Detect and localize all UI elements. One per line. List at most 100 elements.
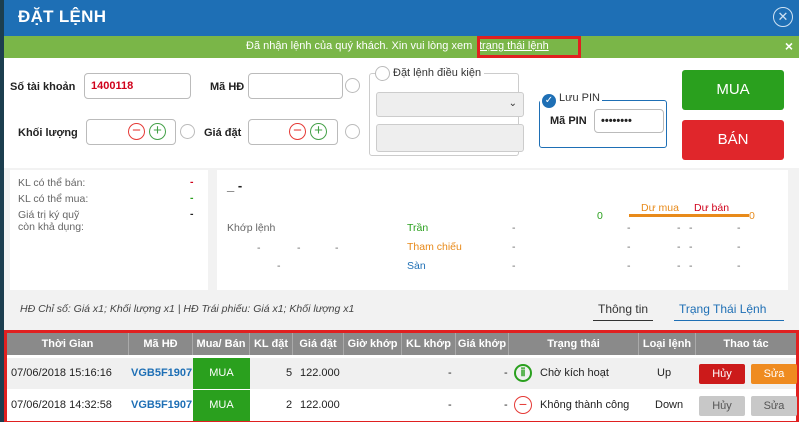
col-side: Mua/ Bán (193, 333, 250, 355)
ask-label: Dư bán (694, 202, 730, 214)
dash: - (677, 260, 681, 272)
cell-match-price: - (504, 399, 508, 411)
contract-input[interactable] (248, 73, 343, 99)
cell-qty: 5 (286, 367, 293, 379)
dash: - (627, 241, 631, 253)
reference-label: Tham chiếu (407, 241, 462, 253)
edit-button[interactable]: Sửa (751, 364, 797, 384)
tab-order-status[interactable]: Trạng Thái Lệnh (679, 302, 766, 316)
dash: - (627, 260, 631, 272)
order-form: Số tài khoản 1400118 Mã HĐ Khối lượng − … (4, 58, 799, 168)
dash: - (677, 222, 681, 234)
chevron-down-icon: ⌄ (508, 98, 517, 109)
dash: - (737, 260, 741, 272)
info-label: Giá trị ký quỹ (18, 209, 80, 221)
dash: - (277, 260, 281, 272)
zero-left: 0 (597, 210, 603, 222)
cell-code[interactable]: VGB5F1907 (131, 358, 192, 389)
save-pin-checkbox[interactable]: ✓ Lưu PIN (540, 92, 602, 108)
table-header: Thời Gian Mã HĐ Mua/ Bán KL đặt Giá đặt … (7, 333, 796, 355)
order-dialog: ĐẶT LỆNH ✕ Đã nhận lệnh của quý khách. X… (4, 0, 799, 422)
condition-group: Đặt lệnh điều kiện ⌄ (369, 67, 524, 156)
zero-right: 0 (749, 210, 755, 222)
quantity-minus-icon[interactable]: − (128, 123, 145, 140)
check-icon: ✓ (542, 94, 556, 108)
contract-label: Mã HĐ (210, 81, 245, 93)
notice-text: Đã nhận lệnh của quý khách. Xin vui lòng… (246, 40, 473, 52)
pin-label: Mã PIN (550, 115, 587, 127)
condition-radio[interactable] (375, 66, 390, 81)
matched-label: Khớp lệnh (227, 222, 276, 234)
cancel-button[interactable]: Hủy (699, 364, 745, 384)
dialog-title: ĐẶT LỆNH (18, 7, 107, 26)
table-row: 07/06/2018 15:16:16 VGB5F1907 MUA 5 122.… (7, 358, 797, 389)
account-input[interactable]: 1400118 (84, 73, 191, 99)
cancel-button[interactable]: Hủy (699, 396, 745, 416)
cell-status: Không thành công (540, 399, 630, 411)
cell-side: MUA (193, 358, 250, 389)
dash: - (512, 260, 516, 272)
condition-input[interactable] (376, 124, 524, 152)
save-pin-label: Lưu PIN (559, 92, 600, 104)
depth-bar (629, 214, 749, 217)
dash: - (689, 241, 693, 253)
close-icon[interactable]: ✕ (773, 7, 793, 27)
symbol-text: _ - (227, 178, 243, 193)
col-code: Mã HĐ (129, 333, 193, 355)
price-minus-icon[interactable]: − (289, 123, 306, 140)
cell-match-qty: - (448, 399, 452, 411)
minus-circle-icon: − (514, 396, 532, 414)
cell-status: Chờ kích hoạt (540, 367, 609, 379)
info-label: KL có thể mua: (18, 193, 89, 205)
dash: - (737, 222, 741, 234)
edit-button[interactable]: Sửa (751, 396, 797, 416)
cell-time: 07/06/2018 15:16:16 (11, 367, 112, 379)
order-table: Thời Gian Mã HĐ Mua/ Bán KL đặt Giá đặt … (4, 330, 799, 422)
contract-radio[interactable] (345, 78, 360, 93)
dash: - (689, 222, 693, 234)
tab-info[interactable]: Thông tin (598, 302, 648, 316)
cell-match-qty: - (448, 367, 452, 379)
quantity-plus-icon[interactable]: + (149, 123, 166, 140)
col-price: Giá đặt (293, 333, 344, 355)
cell-price: 122.000 (300, 399, 340, 411)
pin-input[interactable]: •••••••• (594, 109, 664, 133)
quantity-label: Khối lượng (18, 127, 78, 139)
price-radio[interactable] (345, 124, 360, 139)
info-label: còn khả dụng: (18, 221, 84, 233)
dash: - (257, 242, 261, 254)
cell-price: 122.000 (300, 367, 340, 379)
col-match-price: Giá khớp (456, 333, 509, 355)
col-match-qty: KL khớp (402, 333, 456, 355)
cell-qty: 2 (286, 399, 293, 411)
notice-close-icon[interactable]: × (785, 38, 793, 54)
cell-type: Up (657, 367, 672, 379)
cell-time: 07/06/2018 14:32:58 (11, 399, 112, 411)
highlight-box (477, 36, 581, 58)
quantity-radio[interactable] (180, 124, 195, 139)
col-time: Thời Gian (7, 333, 129, 355)
cell-code[interactable]: VGB5F1907 (131, 390, 192, 421)
cell-side: MUA (193, 390, 250, 421)
cell-match-price: - (504, 367, 508, 379)
sell-button[interactable]: BÁN (682, 120, 784, 160)
pin-group: ✓ Lưu PIN Mã PIN •••••••• (539, 92, 667, 148)
col-type: Loại lệnh (639, 333, 696, 355)
bid-label: Dư mua (641, 202, 679, 214)
cell-type: Down (655, 399, 684, 411)
condition-label: Đặt lệnh điều kiện (390, 67, 485, 79)
dash: - (689, 260, 693, 272)
col-status: Trạng thái (509, 333, 639, 355)
dash: - (512, 222, 516, 234)
col-match-time: Giờ khớp (344, 333, 402, 355)
condition-select[interactable]: ⌄ (376, 92, 524, 117)
account-label: Số tài khoản (10, 81, 76, 93)
price-plus-icon[interactable]: + (310, 123, 327, 140)
buy-button[interactable]: MUA (682, 70, 784, 110)
dash: - (627, 222, 631, 234)
ceiling-label: Trần (407, 222, 429, 234)
info-value: - (190, 176, 194, 188)
pause-clock-icon: ⅱ (514, 364, 532, 382)
notice-bar: Đã nhận lệnh của quý khách. Xin vui lòng… (4, 36, 799, 58)
dash: - (677, 241, 681, 253)
